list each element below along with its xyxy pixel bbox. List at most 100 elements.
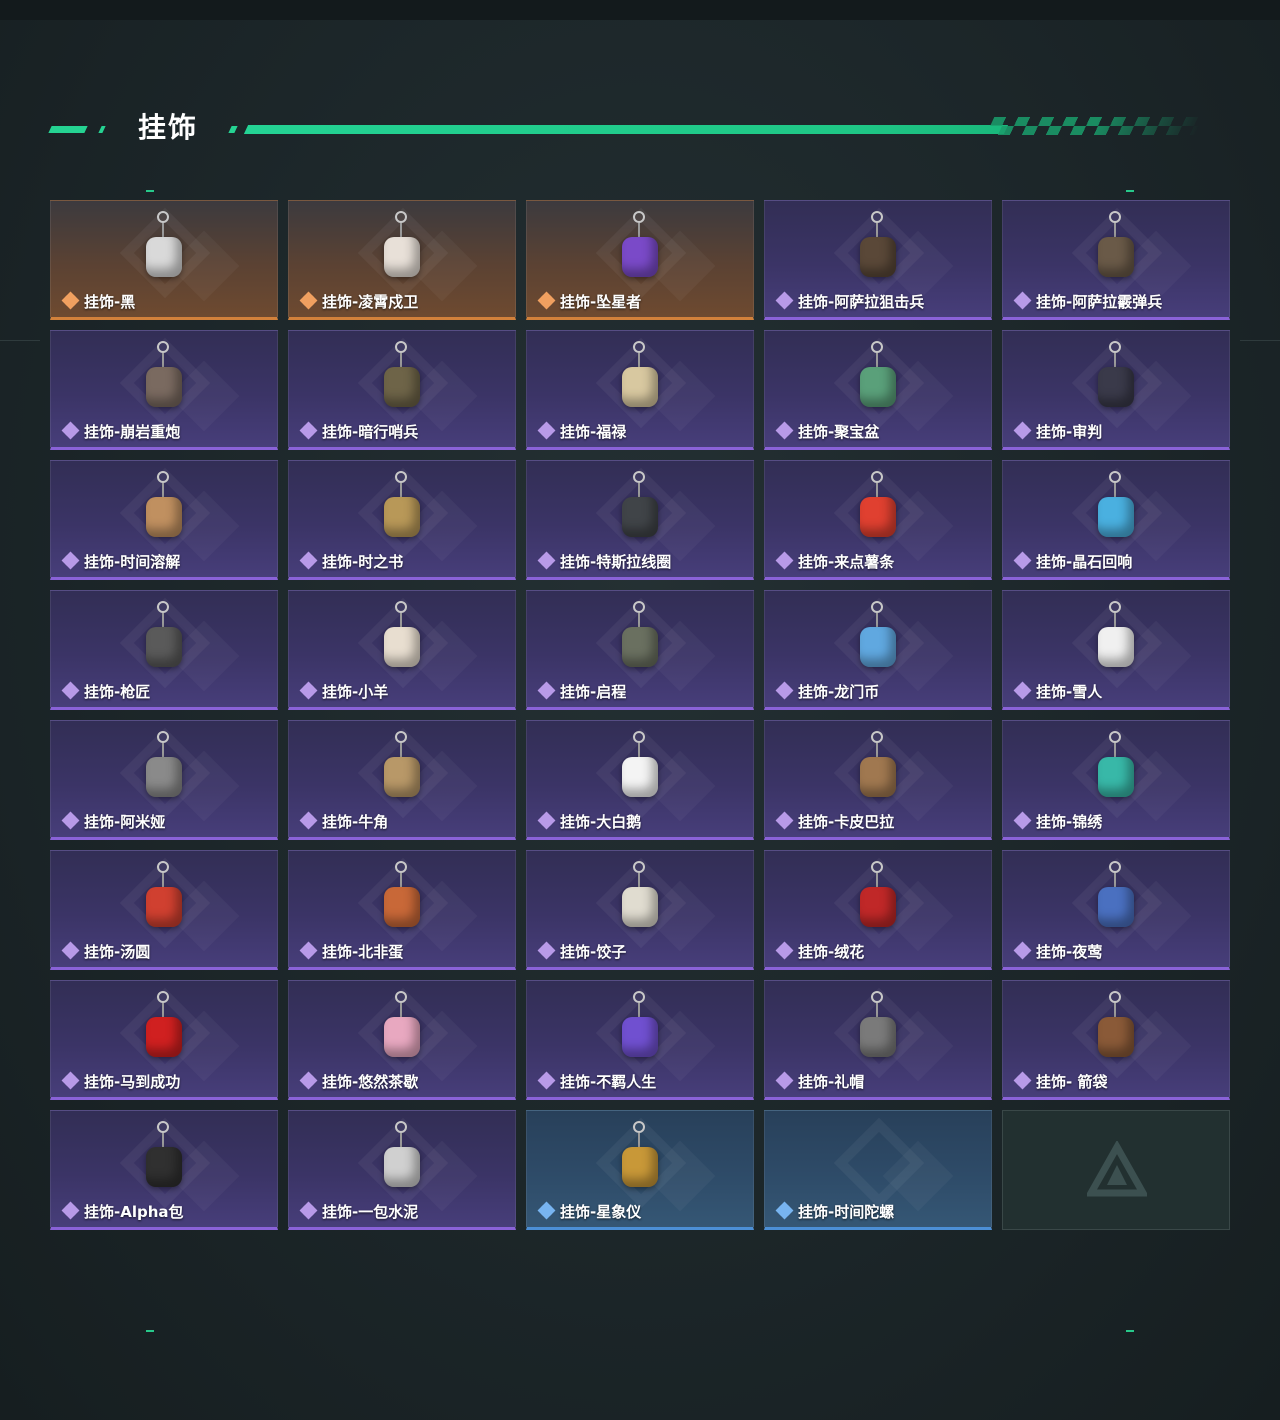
rarity-gem-icon xyxy=(537,291,556,310)
charm-card[interactable]: 挂饰-时之书 xyxy=(288,460,516,580)
charm-card[interactable]: 挂饰-审判 xyxy=(1002,330,1230,450)
charm-card[interactable]: 挂饰-不羁人生 xyxy=(526,980,754,1100)
quiver-charm-icon xyxy=(1084,989,1148,1073)
plate-charm-icon xyxy=(608,859,672,943)
charm-name: 挂饰-暗行哨兵 xyxy=(322,422,419,441)
charm-card[interactable]: 挂饰-阿萨拉狙击兵 xyxy=(764,200,992,320)
charm-card[interactable]: 挂饰-卡皮巴拉 xyxy=(764,720,992,840)
charm-label: 挂饰-绒花 xyxy=(775,941,865,961)
bowl-charm-icon xyxy=(846,339,910,423)
charm-card[interactable]: 挂饰-礼帽 xyxy=(764,980,992,1100)
charm-name: 挂饰-来点薯条 xyxy=(798,552,895,571)
charm-card[interactable]: 挂饰-小羊 xyxy=(288,590,516,710)
charm-label: 挂饰- 箭袋 xyxy=(1013,1071,1107,1091)
charm-name: 挂饰-锦绣 xyxy=(1036,812,1103,831)
rarity-gem-icon xyxy=(299,1201,318,1220)
charm-card[interactable]: 挂饰-聚宝盆 xyxy=(764,330,992,450)
charm-card[interactable]: 挂饰-枪匠 xyxy=(50,590,278,710)
crystal-charm-icon xyxy=(1084,469,1148,553)
plate-charm-icon xyxy=(132,599,196,683)
charm-name: 挂饰-绒花 xyxy=(798,942,865,961)
charm-label: 挂饰-阿米娅 xyxy=(61,811,165,831)
empty-slot xyxy=(1002,1110,1230,1230)
charm-card[interactable]: 挂饰-特斯拉线圈 xyxy=(526,460,754,580)
charm-card[interactable]: 挂饰-龙门币 xyxy=(764,590,992,710)
charm-card[interactable]: 挂饰-崩岩重炮 xyxy=(50,330,278,450)
rarity-gem-icon xyxy=(299,681,318,700)
rarity-gem-icon xyxy=(61,551,80,570)
corner-marker xyxy=(1126,190,1134,192)
bag-charm-icon xyxy=(370,1119,434,1203)
charm-name: 挂饰-礼帽 xyxy=(798,1072,865,1091)
charm-name: 挂饰-牛角 xyxy=(322,812,389,831)
rarity-gem-icon xyxy=(1013,681,1032,700)
rarity-gem-icon xyxy=(61,811,80,830)
charm-card[interactable]: 挂饰-夜莺 xyxy=(1002,850,1230,970)
rarity-gem-icon xyxy=(1013,421,1032,440)
charm-card[interactable]: 挂饰-福禄 xyxy=(526,330,754,450)
charm-card[interactable]: 挂饰-来点薯条 xyxy=(764,460,992,580)
charm-name: 挂饰-马到成功 xyxy=(84,1072,181,1091)
charm-label: 挂饰-龙门币 xyxy=(775,681,879,701)
charm-card[interactable]: 挂饰- 箭袋 xyxy=(1002,980,1230,1100)
charm-label: 挂饰-时之书 xyxy=(299,551,403,571)
charm-label: 挂饰-不羁人生 xyxy=(537,1071,656,1091)
charm-card[interactable]: 挂饰-启程 xyxy=(526,590,754,710)
rarity-gem-icon xyxy=(537,1201,556,1220)
charm-card[interactable]: 挂饰-马到成功 xyxy=(50,980,278,1100)
charm-name: 挂饰-大白鹅 xyxy=(560,812,642,831)
charm-label: 挂饰-锦绣 xyxy=(1013,811,1103,831)
rarity-gem-icon xyxy=(537,1071,556,1090)
charm-label: 挂饰-凌霄戍卫 xyxy=(299,291,418,311)
delta-logo-icon xyxy=(1085,1139,1149,1201)
charm-card[interactable]: 挂饰-北非蛋 xyxy=(288,850,516,970)
clock-charm-icon xyxy=(132,469,196,553)
charm-card[interactable]: 挂饰-牛角 xyxy=(288,720,516,840)
charm-card[interactable]: 挂饰-黑 xyxy=(50,200,278,320)
soldier-charm-icon xyxy=(1084,209,1148,293)
charm-card[interactable]: 挂饰-时间溶解 xyxy=(50,460,278,580)
rarity-gem-icon xyxy=(61,421,80,440)
charm-card[interactable]: 挂饰-时间陀螺 xyxy=(764,1110,992,1230)
charm-card[interactable]: 挂饰-绒花 xyxy=(764,850,992,970)
soldier-charm-icon xyxy=(132,339,196,423)
rarity-gem-icon xyxy=(537,941,556,960)
charm-card[interactable]: 挂饰-阿米娅 xyxy=(50,720,278,840)
charm-label: 挂饰-阿萨拉狙击兵 xyxy=(775,291,924,311)
charm-card[interactable]: 挂饰-雪人 xyxy=(1002,590,1230,710)
charm-card[interactable]: 挂饰-一包水泥 xyxy=(288,1110,516,1230)
charm-label: 挂饰-启程 xyxy=(537,681,626,701)
charm-card[interactable]: 挂饰-大白鹅 xyxy=(526,720,754,840)
charm-card[interactable]: 挂饰-坠星者 xyxy=(526,200,754,320)
soldier-charm-icon xyxy=(846,209,910,293)
header-accent-dash xyxy=(98,126,106,133)
charm-card[interactable]: 挂饰-汤圆 xyxy=(50,850,278,970)
charm-label: 挂饰-坠星者 xyxy=(537,291,642,311)
charm-name: 挂饰-晶石回响 xyxy=(1036,552,1133,571)
rarity-gem-icon xyxy=(1013,1071,1032,1090)
header-accent-dash xyxy=(48,126,88,133)
charm-label: 挂饰-悠然茶歇 xyxy=(299,1071,418,1091)
butterfly-charm-icon xyxy=(1084,729,1148,813)
charm-name: 挂饰-卡皮巴拉 xyxy=(798,812,895,831)
charm-card[interactable]: 挂饰-暗行哨兵 xyxy=(288,330,516,450)
rarity-gem-icon xyxy=(1013,291,1032,310)
rarity-gem-icon xyxy=(775,681,794,700)
fries-charm-icon xyxy=(846,469,910,553)
charm-card[interactable]: 挂饰-凌霄戍卫 xyxy=(288,200,516,320)
charm-card[interactable]: 挂饰-星象仪 xyxy=(526,1110,754,1230)
rarity-gem-icon xyxy=(1013,941,1032,960)
charm-card[interactable]: 挂饰-阿萨拉霰弹兵 xyxy=(1002,200,1230,320)
charm-name: 挂饰-坠星者 xyxy=(560,292,642,311)
charm-name: 挂饰-星象仪 xyxy=(560,1202,642,1221)
rarity-gem-icon xyxy=(537,421,556,440)
charm-label: 挂饰-Alpha包 xyxy=(61,1201,184,1221)
charm-card[interactable]: 挂饰-饺子 xyxy=(526,850,754,970)
side-divider-right xyxy=(1240,340,1280,341)
charm-name: 挂饰-聚宝盆 xyxy=(798,422,880,441)
charm-card[interactable]: 挂饰-晶石回响 xyxy=(1002,460,1230,580)
charm-card[interactable]: 挂饰-锦绣 xyxy=(1002,720,1230,840)
charm-card[interactable]: 挂饰-Alpha包 xyxy=(50,1110,278,1230)
charm-label: 挂饰-晶石回响 xyxy=(1013,551,1133,571)
charm-card[interactable]: 挂饰-悠然茶歇 xyxy=(288,980,516,1100)
